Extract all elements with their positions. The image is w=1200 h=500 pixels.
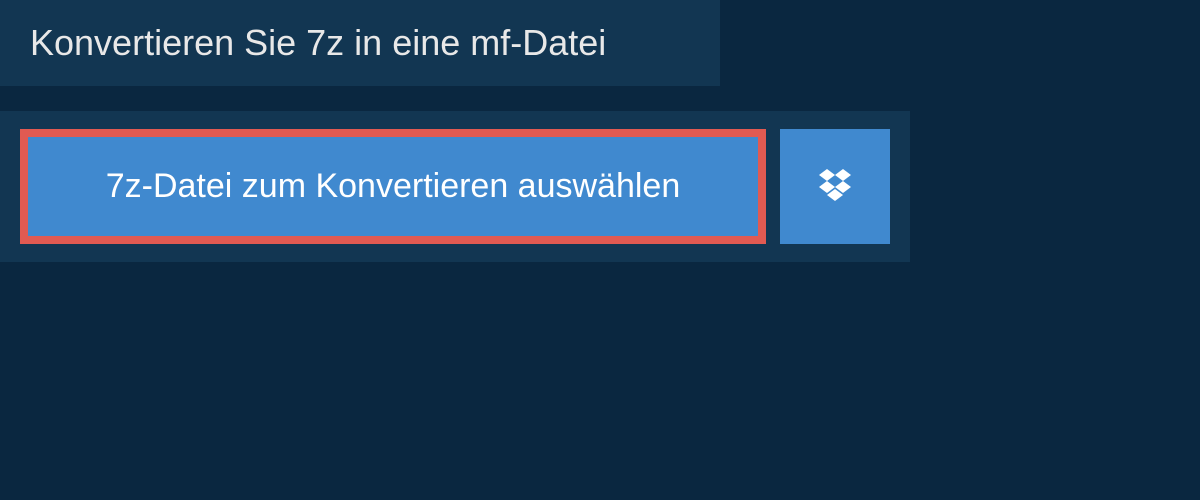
- select-file-button[interactable]: 7z-Datei zum Konvertieren auswählen: [20, 129, 766, 244]
- header-bar: Konvertieren Sie 7z in eine mf-Datei: [0, 0, 720, 86]
- dropbox-icon: [815, 167, 855, 207]
- select-file-button-label: 7z-Datei zum Konvertieren auswählen: [106, 167, 681, 206]
- dropbox-button[interactable]: [780, 129, 890, 244]
- upload-section: 7z-Datei zum Konvertieren auswählen: [0, 111, 910, 262]
- page-title: Konvertieren Sie 7z in eine mf-Datei: [30, 22, 690, 64]
